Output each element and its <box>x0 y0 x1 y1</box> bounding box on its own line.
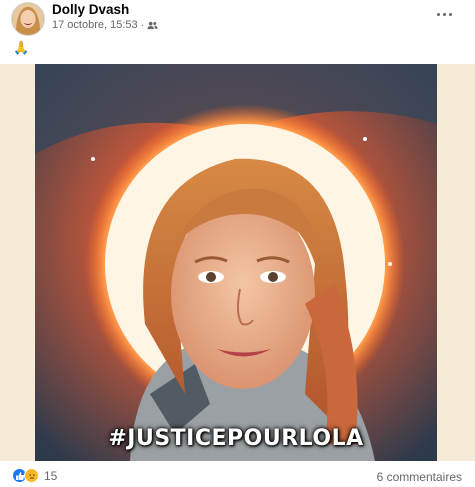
more-dot <box>436 12 440 16</box>
post-meta: 17 octobre, 15:53 · <box>52 19 158 31</box>
post-photo[interactable]: #JUSTICEPOURLOLA <box>35 64 437 461</box>
more-options-icon[interactable] <box>431 4 457 24</box>
post-header: Dolly Dvash 17 octobre, 15:53 · 🙏 <box>0 0 475 62</box>
post-media[interactable]: #JUSTICEPOURLOLA <box>0 64 475 461</box>
post-timestamp[interactable]: 17 octobre, 15:53 <box>52 19 138 31</box>
meta-separator: · <box>140 19 144 31</box>
photo-caption: #JUSTICEPOURLOLA <box>108 426 364 451</box>
comments-count-link[interactable]: 6 commentaires <box>377 470 462 484</box>
avatar-image <box>12 3 44 35</box>
post-footer: 15 6 commentaires <box>0 464 475 487</box>
post-text: 🙏 <box>13 40 30 55</box>
more-dot <box>448 12 452 16</box>
sad-icon <box>24 468 39 483</box>
photo-illustration <box>35 64 437 461</box>
reaction-summary[interactable]: 15 <box>12 468 57 483</box>
friends-icon[interactable] <box>147 20 158 31</box>
more-dot <box>442 12 446 16</box>
author-name[interactable]: Dolly Dvash <box>52 2 129 17</box>
avatar[interactable] <box>11 2 45 36</box>
reaction-count[interactable]: 15 <box>44 469 57 483</box>
